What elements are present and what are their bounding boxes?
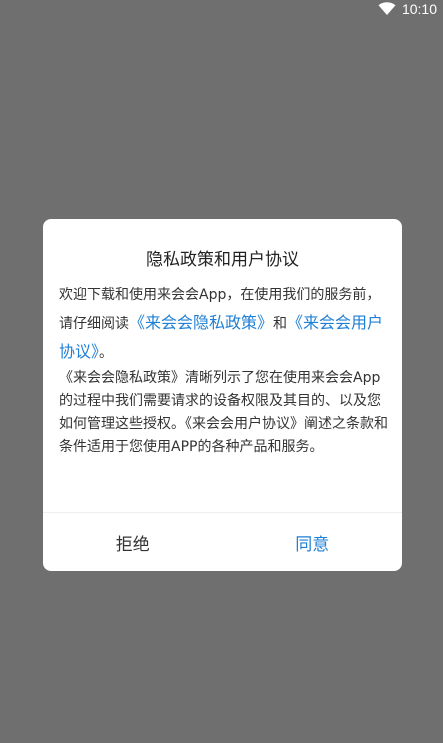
intro-and-text: 和 <box>273 316 288 332</box>
status-time: 10:10 <box>401 1 437 17</box>
agree-button[interactable]: 同意 <box>223 513 403 571</box>
reject-button[interactable]: 拒绝 <box>43 513 223 571</box>
dialog-body: 欢迎下载和使用来会会App，在使用我们的服务前，请仔细阅读《来会会隐私政策》和《… <box>59 281 390 459</box>
dialog-title: 隐私政策和用户协议 <box>146 250 299 270</box>
policy-description: 《来会会隐私政策》清晰列示了您在使用来会会App的过程中我们需要请求的设备权限及… <box>59 370 388 455</box>
privacy-dialog: 隐私政策和用户协议 欢迎下载和使用来会会App，在使用我们的服务前，请仔细阅读《… <box>43 219 402 571</box>
intro-end-text: 。 <box>99 345 114 361</box>
intro-paragraph: 欢迎下载和使用来会会App，在使用我们的服务前，请仔细阅读《来会会隐私政策》和《… <box>59 281 390 367</box>
privacy-policy-link[interactable]: 《来会会隐私政策》 <box>129 313 273 332</box>
status-bar: 10:10 <box>0 0 443 18</box>
wifi-icon <box>378 2 396 16</box>
